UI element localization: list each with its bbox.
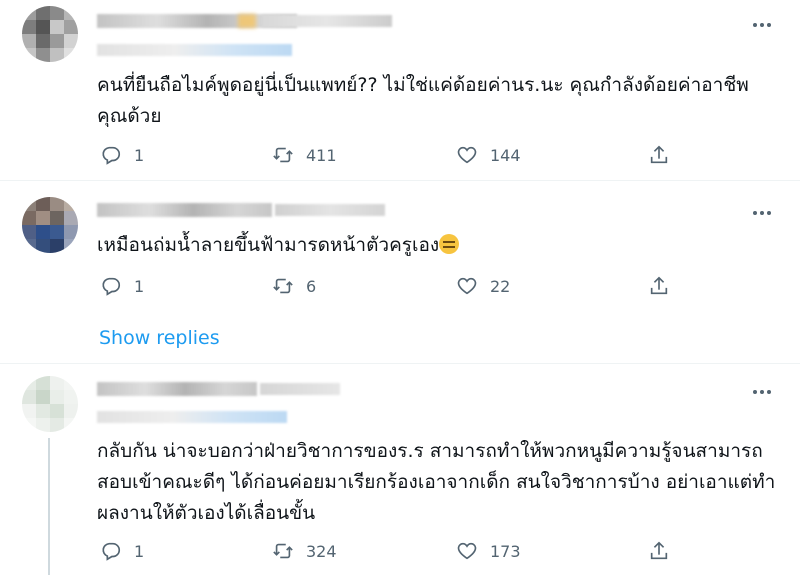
expressionless-face-emoji <box>439 234 460 254</box>
like-button[interactable]: 22 <box>456 274 510 298</box>
avatar[interactable] <box>22 197 78 253</box>
reply-count: 1 <box>134 145 145 165</box>
tweet-actions: 1 411 144 <box>100 143 680 167</box>
reply-button[interactable]: 1 <box>100 143 144 167</box>
heart-icon <box>457 146 477 164</box>
reply-icon <box>102 277 121 296</box>
retweet-button[interactable]: 324 <box>272 539 337 563</box>
tweet-text-content: เหมือนถ่มน้ำลายขึ้นฟ้ามารดหน้าตัวครูเอง <box>97 234 440 256</box>
avatar[interactable] <box>22 6 78 62</box>
share-icon <box>650 276 668 295</box>
user-handle-secondary[interactable] <box>97 411 287 423</box>
heart-icon <box>457 542 477 560</box>
reply-count: 1 <box>134 541 145 561</box>
show-replies-link[interactable]: Show replies <box>99 327 220 349</box>
tweet[interactable]: กลับกัน น่าจะบอกว่าฝ่ายวิชาการของร.ร สาม… <box>0 364 800 575</box>
reply-button[interactable]: 1 <box>100 274 144 298</box>
avatar[interactable] <box>22 376 78 432</box>
like-count: 173 <box>490 541 521 561</box>
share-icon <box>650 541 668 560</box>
retweet-button[interactable]: 411 <box>272 143 337 167</box>
reply-icon <box>102 542 121 561</box>
retweet-button[interactable]: 6 <box>272 274 316 298</box>
like-button[interactable]: 144 <box>456 143 521 167</box>
like-button[interactable]: 173 <box>456 539 521 563</box>
retweet-icon <box>273 278 293 294</box>
retweet-count: 6 <box>306 276 317 296</box>
more-icon[interactable] <box>750 208 774 218</box>
reply-count: 1 <box>134 276 145 296</box>
share-icon <box>650 145 668 164</box>
user-handle[interactable] <box>262 15 392 27</box>
tweet-text: กลับกัน น่าจะบอกว่าฝ่ายวิชาการของร.ร สาม… <box>97 440 776 524</box>
user-handle[interactable] <box>275 204 385 216</box>
tweet-actions: 1 324 173 <box>100 539 680 563</box>
retweet-icon <box>273 147 293 163</box>
share-button[interactable] <box>648 274 670 298</box>
tweet[interactable]: เหมือนถ่มน้ำลายขึ้นฟ้ามารดหน้าตัวครูเอง … <box>0 181 800 363</box>
like-count: 144 <box>490 145 521 165</box>
user-handle[interactable] <box>260 383 340 395</box>
user-handle-secondary[interactable] <box>97 44 292 56</box>
reply-icon <box>102 146 121 165</box>
heart-icon <box>457 277 477 295</box>
thread-line <box>48 438 50 575</box>
reply-button[interactable]: 1 <box>100 539 144 563</box>
share-button[interactable] <box>648 143 670 167</box>
verified-badge-blur <box>238 14 256 28</box>
more-icon[interactable] <box>750 20 774 30</box>
display-name[interactable] <box>97 203 272 217</box>
tweet-text: เหมือนถ่มน้ำลายขึ้นฟ้ามารดหน้าตัวครูเอง <box>97 230 777 261</box>
more-icon[interactable] <box>750 387 774 397</box>
retweet-icon <box>273 543 293 559</box>
tweet-text: คนที่ยืนถือไมค์พูดอยู่นี่เป็นแพทย์?? ไม่… <box>97 74 749 127</box>
tweet[interactable]: คนที่ยืนถือไมค์พูดอยู่นี่เป็นแพทย์?? ไม่… <box>0 0 800 180</box>
retweet-count: 411 <box>306 145 337 165</box>
like-count: 22 <box>490 276 511 296</box>
share-button[interactable] <box>648 539 670 563</box>
display-name[interactable] <box>97 382 257 396</box>
retweet-count: 324 <box>306 541 337 561</box>
tweet-actions: 1 6 22 <box>100 274 680 298</box>
